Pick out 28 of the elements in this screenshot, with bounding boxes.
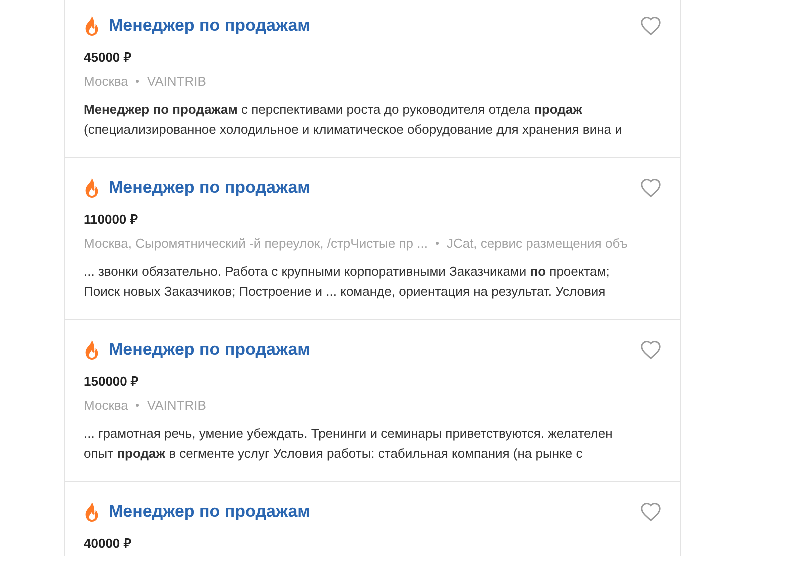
flame-icon bbox=[84, 502, 100, 522]
flame-icon bbox=[84, 16, 100, 36]
description-line: ... грамотная речь, умение убеждать. Тренинги и семинары приветствуются. желателен bbox=[84, 424, 613, 443]
vacancy-title-link[interactable]: Менеджер по продажам bbox=[109, 13, 310, 38]
flame-icon bbox=[84, 340, 100, 360]
company-text: VAINTRIB bbox=[147, 73, 206, 91]
favorite-heart-icon[interactable] bbox=[640, 16, 662, 36]
description-line: Поиск новых Заказчиков; Построение и ... команде, ориентация на результат. Условия bbox=[84, 282, 606, 301]
favorite-heart-icon[interactable] bbox=[640, 502, 662, 522]
location-text: Москва bbox=[84, 397, 128, 415]
description-line: (специализированное холодильное и климатическое оборудование для хранения вина и bbox=[84, 120, 622, 139]
location-text: Москва bbox=[84, 73, 128, 91]
vacancy-title-link[interactable]: Менеджер по продажам bbox=[109, 175, 310, 200]
vacancy-title-link[interactable]: Менеджер по продажам bbox=[109, 499, 310, 524]
salary-text: 40000 ₽ bbox=[84, 534, 132, 552]
description-line: опыт продаж в сегменте услуг Условия работы: стабильная компания (на рынке с bbox=[84, 444, 583, 463]
company-text: VAINTRIB bbox=[147, 397, 206, 415]
vacancy-title-link[interactable]: Менеджер по продажам bbox=[109, 337, 310, 362]
company-text: JCat, сервис размещения объ bbox=[446, 235, 628, 253]
salary-text: 110000 ₽ bbox=[84, 210, 138, 228]
flame-icon bbox=[84, 178, 100, 198]
favorite-heart-icon[interactable] bbox=[640, 340, 662, 360]
salary-text: 45000 ₽ bbox=[84, 48, 132, 66]
location-text: Москва, Сыромятнический -й переулок, /стрЧистые пр ... bbox=[84, 235, 428, 253]
description-line: ... звонки обязательно. Работа с крупными корпоративными Заказчиками по проектам; bbox=[84, 262, 610, 281]
description-line: Менеджер по продажам с перспективами роста до руководителя отдела продаж bbox=[84, 100, 582, 119]
favorite-heart-icon[interactable] bbox=[640, 178, 662, 198]
salary-text: 150000 ₽ bbox=[84, 372, 139, 390]
